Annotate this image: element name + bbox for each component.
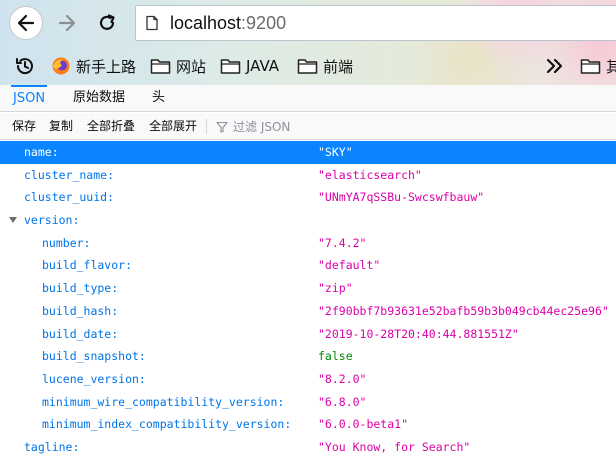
json-row-build-flavor[interactable]: build_flavor: "default" [0, 254, 616, 277]
filter-json-input[interactable]: 过滤 JSON [216, 113, 290, 140]
expand-toggle-icon[interactable] [9, 217, 17, 224]
filter-icon [216, 121, 228, 133]
url-port: :9200 [241, 12, 287, 33]
arrow-left-icon [17, 14, 35, 32]
address-bar[interactable]: localhost:9200 [135, 5, 616, 41]
json-row-tagline[interactable]: tagline: "You Know, for Search" [0, 436, 616, 457]
bookmark-getting-started[interactable]: 新手上路 [51, 53, 136, 79]
bookmark-folder-other[interactable]: 其 [580, 53, 616, 79]
tab-headers[interactable]: 头 [152, 85, 165, 112]
json-key: tagline: [24, 439, 80, 454]
json-key: cluster_uuid: [24, 190, 115, 205]
json-row-cluster-name[interactable]: cluster_name: "elasticsearch" [0, 164, 616, 187]
toolbar-divider [206, 119, 207, 134]
json-value: "6.8.0" [318, 394, 367, 409]
json-row-min-wire-compat[interactable]: minimum_wire_compatibility_version: "6.8… [0, 391, 616, 414]
json-row-build-hash[interactable]: build_hash: "2f90bbf7b93631e52bafb59b3b0… [0, 300, 616, 323]
bookmark-label: JAVA [246, 57, 280, 75]
json-value: "2f90bbf7b93631e52bafb59b3b049cb44ec25e9… [318, 303, 609, 318]
forward-button[interactable] [50, 6, 84, 40]
bookmark-folder-frontend[interactable]: 前端 [297, 53, 353, 79]
json-row-build-date[interactable]: build_date: "2019-10-28T20:40:44.881551Z… [0, 323, 616, 346]
json-key: build_snapshot: [42, 349, 146, 364]
json-value: "elasticsearch" [318, 167, 422, 182]
page-icon [146, 15, 158, 31]
expand-all-button[interactable]: 全部展开 [149, 113, 197, 140]
json-value: "2019-10-28T20:40:44.881551Z" [318, 326, 519, 341]
viewer-toolbar: 保存 复制 全部折叠 全部展开 过滤 JSON [0, 113, 616, 140]
json-key: version: [24, 213, 80, 228]
json-row-min-index-compat[interactable]: minimum_index_compatibility_version: "6.… [0, 413, 616, 436]
url-host: localhost [170, 12, 242, 33]
json-value: "7.4.2" [318, 235, 367, 250]
bookmark-label: 其 [606, 57, 616, 76]
bookmark-folder-java[interactable]: JAVA [220, 53, 279, 79]
url-text: localhost:9200 [170, 13, 286, 34]
reload-icon [99, 14, 115, 30]
json-value: "UNmYA7qSSBu-Swcswfbauw" [318, 190, 485, 205]
arrow-right-icon [58, 14, 76, 32]
json-key: minimum_wire_compatibility_version: [42, 394, 285, 409]
json-value: "6.0.0-beta1" [318, 417, 409, 432]
json-key: name: [24, 145, 59, 159]
json-key: minimum_index_compatibility_version: [42, 417, 292, 432]
save-button[interactable]: 保存 [12, 113, 36, 140]
tab-json[interactable]: JSON [11, 85, 48, 112]
bookmarks-overflow-button[interactable] [545, 53, 570, 79]
bookmark-label: 新手上路 [76, 57, 137, 76]
json-value: false [318, 349, 353, 364]
json-value: "SKY" [318, 145, 353, 159]
folder-icon [220, 59, 241, 74]
json-value: "You Know, for Search" [318, 439, 471, 454]
json-row-build-type[interactable]: build_type: "zip" [0, 277, 616, 300]
json-key: number: [42, 235, 91, 250]
folder-icon [580, 59, 601, 74]
chevron-double-right-icon [546, 58, 563, 74]
json-row-lucene-version[interactable]: lucene_version: "8.2.0" [0, 368, 616, 391]
collapse-all-button[interactable]: 全部折叠 [87, 113, 135, 140]
json-key: cluster_name: [24, 167, 115, 182]
json-value: "default" [318, 258, 381, 273]
folder-icon [150, 59, 171, 74]
json-key: build_hash: [42, 303, 119, 318]
json-row-cluster-uuid[interactable]: cluster_uuid: "UNmYA7qSSBu-Swcswfbauw" [0, 186, 616, 209]
back-button[interactable] [9, 6, 43, 40]
navigation-bar: localhost:9200 [0, 0, 616, 46]
json-row-number[interactable]: number: "7.4.2" [0, 232, 616, 255]
folder-icon [297, 59, 318, 74]
bookmark-folder-websites[interactable]: 网站 [150, 53, 206, 79]
bookmark-label: 前端 [323, 57, 354, 76]
tab-raw-data[interactable]: 原始数据 [73, 85, 125, 112]
json-tree: name: "SKY" cluster_name: "elasticsearch… [0, 141, 616, 457]
copy-button[interactable]: 复制 [49, 113, 73, 140]
json-key: build_date: [42, 326, 119, 341]
json-key: build_flavor: [42, 258, 133, 273]
history-button[interactable] [14, 53, 41, 79]
json-row-build-snapshot[interactable]: build_snapshot: false [0, 345, 616, 368]
json-value: "zip" [318, 281, 353, 296]
browser-toolbar: localhost:9200 新手上路 网站 JAVA 前端 其 [0, 0, 616, 85]
history-icon [16, 58, 33, 75]
viewer-tabs: JSON 原始数据 头 [0, 85, 616, 112]
json-value: "8.2.0" [318, 371, 367, 386]
bookmark-label: 网站 [176, 57, 207, 76]
json-row-name[interactable]: name: "SKY" [0, 141, 616, 164]
json-key: lucene_version: [42, 371, 146, 386]
filter-placeholder: 过滤 JSON [233, 120, 291, 134]
json-key: build_type: [42, 281, 119, 296]
firefox-icon [52, 57, 70, 75]
reload-button[interactable] [90, 6, 124, 40]
bookmarks-bar: 新手上路 网站 JAVA 前端 其 [0, 50, 616, 82]
json-row-version[interactable]: version: [0, 209, 616, 232]
